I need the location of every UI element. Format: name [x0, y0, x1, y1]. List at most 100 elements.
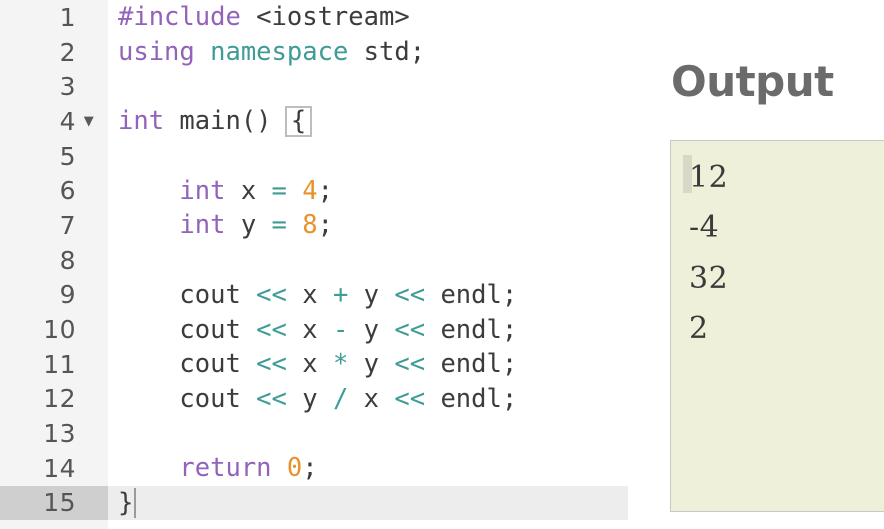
code-line[interactable]: 8▼ [0, 243, 628, 278]
code-token-op: - [332, 314, 364, 345]
line-number: 7 [59, 210, 76, 240]
code-token-plain: y [363, 279, 395, 310]
code-line[interactable]: 3▼ [0, 69, 628, 104]
output-line: -4 [689, 210, 720, 246]
output-console[interactable]: 12 -4 32 2 [670, 140, 884, 512]
code-line-content[interactable]: using namespace std; [108, 35, 628, 70]
code-line-content[interactable]: cout << x - y << endl; [108, 312, 628, 347]
code-line[interactable]: 14▼ return 0; [0, 451, 628, 486]
code-token-op: << [256, 383, 303, 414]
code-token-plain: cout [118, 314, 257, 345]
code-line-content[interactable] [108, 416, 628, 451]
code-line-content[interactable] [108, 243, 628, 278]
code-token-type: int [118, 106, 180, 137]
code-token-plain: ; [302, 453, 318, 484]
code-line-content[interactable] [108, 139, 628, 174]
line-number-cell: 13▼ [0, 416, 108, 451]
code-line-content[interactable]: int main() { [108, 104, 628, 139]
line-number: 6 [59, 176, 76, 206]
code-line-content[interactable]: cout << y / x << endl; [108, 382, 628, 417]
code-line-content[interactable] [108, 69, 628, 104]
line-number: 15 [43, 488, 76, 518]
code-line-content[interactable]: int x = 4; [108, 173, 628, 208]
code-token-plain: x [240, 175, 272, 206]
code-fold-triangle-icon[interactable]: ▼ [76, 115, 102, 128]
text-caret [134, 487, 137, 518]
code-token-plain: endl; [440, 279, 518, 310]
line-number: 1 [59, 2, 76, 32]
code-token-plain: } [118, 487, 134, 518]
code-token-type: int [118, 175, 241, 206]
line-number-cell: 10▼ [0, 312, 108, 347]
code-playground: 1▼#include <iostream>2▼using namespace s… [0, 0, 884, 529]
code-token-num: 8 [302, 210, 318, 241]
code-token-num: 4 [302, 175, 318, 206]
code-line[interactable]: 13▼ [0, 416, 628, 451]
code-token-op: << [394, 314, 441, 345]
code-editor[interactable]: 1▼#include <iostream>2▼using namespace s… [0, 0, 628, 529]
code-line[interactable]: 15▼} [0, 485, 628, 521]
matching-brace-highlight: { [284, 106, 313, 137]
code-line[interactable]: 6▼ int x = 4; [0, 173, 628, 208]
line-number: 9 [59, 280, 76, 310]
code-token-plain: cout [118, 279, 257, 310]
code-token-op: + [332, 279, 364, 310]
line-number: 14 [43, 453, 76, 483]
line-number: 2 [59, 37, 76, 67]
code-token-op: * [332, 349, 364, 380]
code-line[interactable]: 1▼#include <iostream> [0, 0, 628, 35]
line-number-cell: 4 ▼ [0, 104, 108, 139]
code-line-content[interactable]: cout << x * y << endl; [108, 347, 628, 382]
code-line-content[interactable]: cout << x + y << endl; [108, 278, 628, 313]
code-line[interactable]: 10▼ cout << x - y << endl; [0, 312, 628, 347]
code-token-plain: y [240, 210, 272, 241]
line-number-cell: 12▼ [0, 382, 108, 417]
code-line[interactable]: 4 ▼ int main() { [0, 104, 628, 139]
line-number: 5 [59, 141, 76, 171]
line-number-cell: 9▼ [0, 278, 108, 313]
output-cursor-block [683, 155, 692, 193]
output-title: Output [671, 57, 834, 106]
code-line[interactable]: 9▼ cout << x + y << endl; [0, 278, 628, 313]
code-token-plain: x [363, 383, 395, 414]
code-line-content[interactable]: } [108, 485, 628, 521]
line-number-cell: 3▼ [0, 69, 108, 104]
code-line[interactable]: 11▼ cout << x * y << endl; [0, 347, 628, 382]
code-token-plain: cout [118, 383, 257, 414]
code-token-plain: x [302, 279, 333, 310]
output-console-content: 12 -4 32 2 [671, 141, 884, 355]
line-number-cell: 2▼ [0, 35, 108, 70]
line-number-cell: 8▼ [0, 243, 108, 278]
code-line-content[interactable]: return 0; [108, 451, 628, 486]
code-token-plain: main() [179, 106, 287, 137]
line-number: 8 [59, 245, 76, 275]
code-token-num: 0 [286, 453, 303, 484]
line-number-cell: 11▼ [0, 347, 108, 382]
code-token-op: = [271, 175, 303, 206]
line-number: 3 [59, 72, 76, 102]
code-token-plain: cout [118, 349, 257, 380]
code-token-kw: using [118, 37, 211, 68]
code-line-content[interactable]: int y = 8; [108, 208, 628, 243]
code-token-plain: endl; [440, 349, 518, 380]
line-number: 12 [43, 384, 76, 414]
output-panel: Output 12 -4 32 2 [655, 0, 884, 529]
code-lines-container[interactable]: 1▼#include <iostream>2▼using namespace s… [0, 0, 628, 521]
code-token-op: << [394, 383, 441, 414]
code-line[interactable]: 2▼using namespace std; [0, 35, 628, 70]
code-token-plain: ; [317, 175, 333, 206]
line-number-cell: 6▼ [0, 173, 108, 208]
line-number-cell: 15▼ [0, 485, 108, 521]
code-token-plain: endl; [440, 383, 518, 414]
line-number-cell: 5▼ [0, 139, 108, 174]
code-token-op: << [256, 279, 303, 310]
code-line[interactable]: 12▼ cout << y / x << endl; [0, 382, 628, 417]
code-line[interactable]: 5▼ [0, 139, 628, 174]
code-line-content[interactable]: #include <iostream> [108, 0, 628, 35]
line-number: 13 [43, 419, 76, 449]
code-token-plain: y [363, 314, 395, 345]
code-token-type: int [118, 210, 241, 241]
code-line[interactable]: 7▼ int y = 8; [0, 208, 628, 243]
code-token-op: << [256, 314, 303, 345]
code-token-op: = [271, 210, 303, 241]
